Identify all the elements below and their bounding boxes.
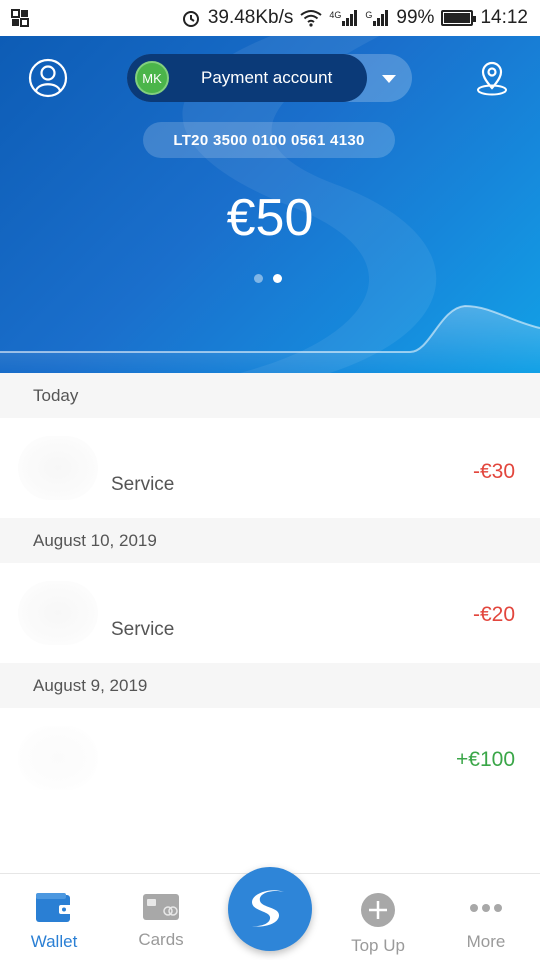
avatar: MK	[135, 61, 169, 95]
date-header: August 10, 2019	[0, 518, 540, 563]
merchant-logo	[18, 581, 98, 645]
nav-label: Top Up	[351, 936, 405, 955]
signal-icon-2	[373, 10, 389, 26]
account-selector[interactable]: MK Payment account	[127, 54, 412, 102]
location-button[interactable]	[470, 56, 514, 100]
clock: 14:12	[480, 7, 528, 28]
iban-label[interactable]: LT20 3500 0100 0561 4130	[143, 122, 395, 158]
page-dot-active[interactable]	[273, 274, 282, 283]
map-pin-icon	[477, 61, 507, 96]
page-dot[interactable]	[254, 274, 263, 283]
battery-icon	[441, 10, 477, 26]
nav-more[interactable]: More	[432, 874, 540, 960]
signal-icon-1	[342, 10, 358, 26]
s-logo-icon	[252, 890, 284, 927]
nav-label: Cards	[138, 930, 184, 949]
signal-label-1: 4G	[329, 10, 342, 20]
page-indicator	[254, 274, 282, 283]
home-action-button[interactable]	[228, 867, 312, 951]
nav-label: Wallet	[30, 932, 78, 951]
merchant-logo	[18, 436, 98, 500]
notification-icon	[11, 9, 29, 27]
profile-button[interactable]	[26, 56, 70, 100]
account-header: MK Payment account LT20 3500 0100 0561 4…	[0, 36, 540, 373]
account-balance: €50	[226, 189, 314, 247]
nav-cards[interactable]: Cards	[107, 874, 215, 960]
network-speed: 39.48Kb/s	[207, 7, 294, 28]
transaction-name: Service	[111, 474, 175, 495]
transaction-amount: -€30	[472, 460, 515, 483]
merchant-logo	[18, 726, 98, 790]
transaction-row[interactable]: +€100	[0, 708, 540, 808]
alarm-icon	[182, 11, 199, 27]
transaction-list: Today Service -€30 August 10, 2019 Servi…	[0, 373, 540, 808]
date-header: August 9, 2019	[0, 663, 540, 708]
nav-top-up[interactable]: Top Up	[324, 874, 432, 960]
transaction-name: Service	[111, 619, 175, 640]
user-profile-icon	[28, 58, 68, 98]
signal-label-2: G	[365, 10, 373, 20]
transaction-row[interactable]: Service -€30	[0, 418, 540, 518]
transaction-row[interactable]: Service -€20	[0, 563, 540, 663]
battery-percent: 99%	[396, 7, 435, 28]
wifi-icon	[300, 10, 323, 27]
transaction-amount: +€100	[456, 748, 515, 771]
status-bar: 39.48Kb/s 4G G 99% 14:12	[0, 0, 540, 36]
more-dots-icon	[470, 904, 502, 912]
date-header: Today	[0, 373, 540, 418]
chevron-down-icon[interactable]	[382, 75, 396, 83]
card-icon	[143, 894, 179, 920]
wallet-icon	[36, 893, 72, 922]
nav-wallet[interactable]: Wallet	[0, 874, 108, 960]
account-name: Payment account	[201, 68, 333, 87]
plus-icon	[361, 893, 395, 927]
transaction-amount: -€20	[472, 603, 515, 626]
nav-label: More	[466, 932, 506, 951]
